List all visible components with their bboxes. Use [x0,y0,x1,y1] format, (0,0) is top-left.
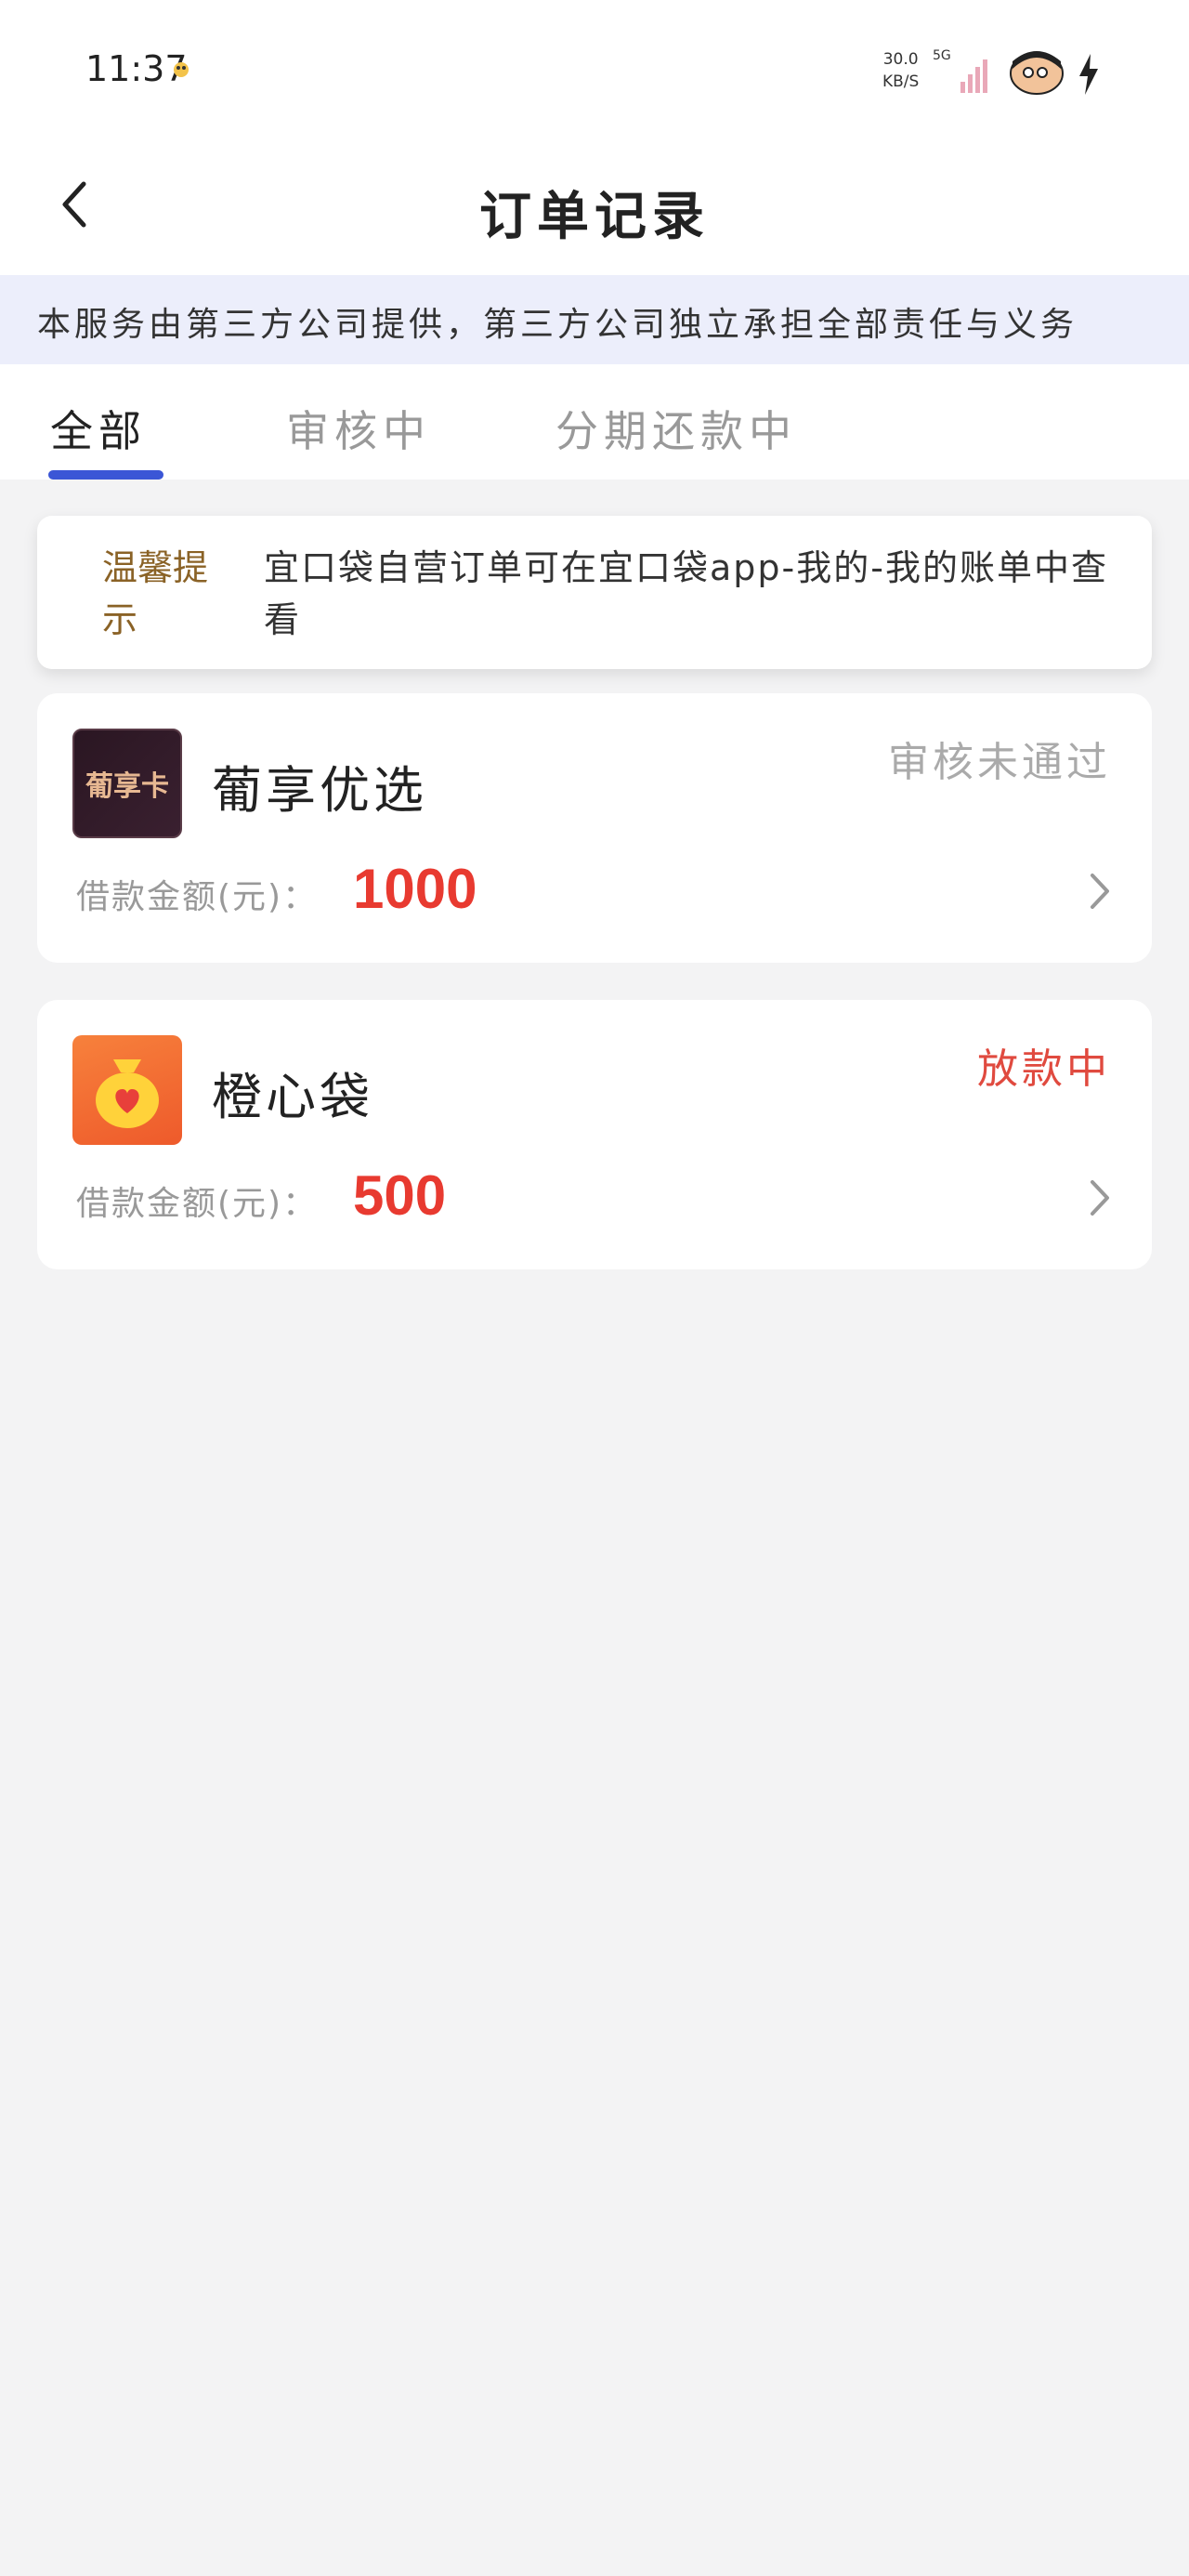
money-bag-icon [96,1059,159,1128]
signal-icon: 5G [933,48,987,93]
order-amount: 500 [353,1164,447,1227]
chevron-right-icon [1091,874,1109,909]
battery-avatar-icon [1010,51,1064,95]
tab-active-indicator [48,470,163,480]
notification-icon [174,62,189,77]
header: 订单记录 [0,139,1189,275]
order-name: 橙心袋 [212,1068,373,1126]
tab-all[interactable]: 全部 [50,398,147,459]
net-speed-unit: KB/S [882,72,920,91]
tip-card: 温馨提示 宜口袋自营订单可在宜口袋app-我的-我的账单中查看 [37,516,1152,669]
tab-reviewing[interactable]: 审核中 [286,398,431,459]
chevron-right-icon [1091,1180,1109,1216]
tip-label: 温馨提示 [102,547,209,640]
tab-bar: 全部 审核中 分期还款中 [0,364,1189,480]
notice-text: 本服务由第三方公司提供，第三方公司独立承担全部责任与义务 [37,306,1078,344]
order-amount-label: 借款金额(元)： [76,1185,319,1223]
net-speed: 30.0 KB/S [882,48,919,93]
charging-icon [1079,54,1098,95]
order-card[interactable]: 葡享卡 葡享优选 审核未通过 借款金额(元)： 1000 [37,693,1152,963]
order-card[interactable]: 橙心袋 放款中 借款金额(元)： 500 [37,1000,1152,1269]
order-logo [72,1035,182,1145]
tip-text: 宜口袋自营订单可在宜口袋app-我的-我的账单中查看 [264,547,1108,640]
page-title: 订单记录 [479,187,710,247]
order-status: 审核未通过 [888,739,1111,786]
network-label: 5G [933,48,951,63]
order-amount: 1000 [353,858,477,920]
order-logo: 葡享卡 [72,729,182,838]
order-amount-label: 借款金额(元)： [76,878,319,916]
status-bar: 11:37 30.0 KB/S 5G [0,0,1189,139]
order-name: 葡享优选 [212,761,427,820]
order-logo-text: 葡享卡 [85,770,169,803]
net-speed-value: 30.0 [882,50,919,69]
tab-installment-repaying[interactable]: 分期还款中 [555,398,797,459]
order-status: 放款中 [977,1045,1111,1093]
notice-bar: 本服务由第三方公司提供，第三方公司独立承担全部责任与义务 [0,275,1189,364]
